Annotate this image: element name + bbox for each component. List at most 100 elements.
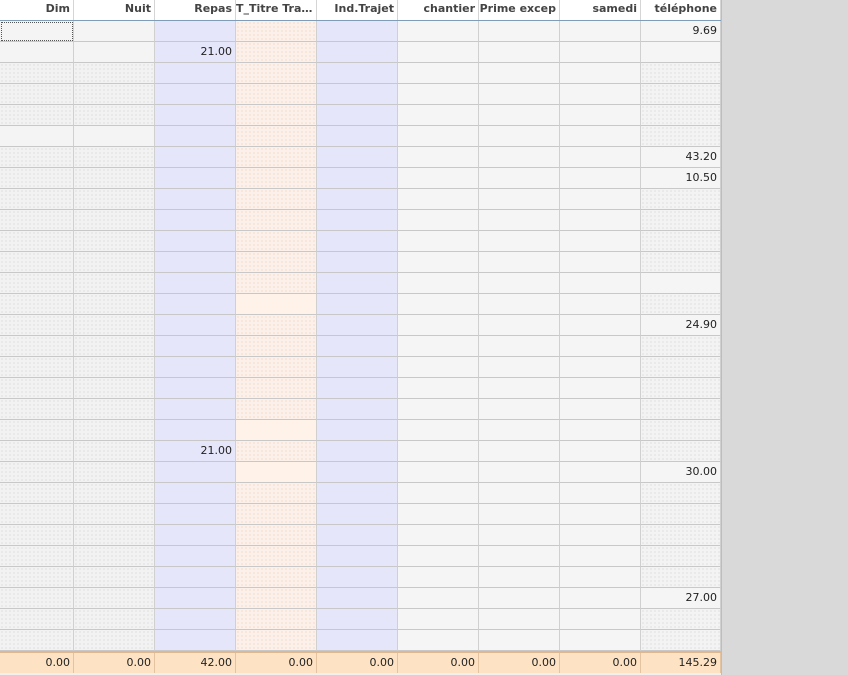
table-row[interactable] (0, 525, 721, 546)
cell-titre-transport[interactable] (236, 462, 317, 483)
cell-ind-trajet[interactable] (317, 567, 398, 588)
cell-telephone[interactable] (641, 189, 721, 210)
cell-prime-excep[interactable] (479, 252, 560, 273)
cell-titre-transport[interactable] (236, 525, 317, 546)
cell-nuit[interactable] (74, 525, 155, 546)
cell-dim[interactable] (0, 63, 74, 84)
cell-nuit[interactable] (74, 357, 155, 378)
cell-titre-transport[interactable] (236, 420, 317, 441)
cell-ind-trajet[interactable] (317, 315, 398, 336)
cell-chantier[interactable] (398, 231, 479, 252)
cell-samedi[interactable] (560, 630, 641, 651)
cell-prime-excep[interactable] (479, 525, 560, 546)
cell-repas[interactable] (155, 336, 236, 357)
cell-dim[interactable] (0, 21, 74, 42)
cell-telephone[interactable] (641, 399, 721, 420)
cell-repas[interactable] (155, 294, 236, 315)
cell-telephone[interactable] (641, 63, 721, 84)
cell-chantier[interactable] (398, 357, 479, 378)
cell-telephone[interactable] (641, 294, 721, 315)
cell-ind-trajet[interactable] (317, 609, 398, 630)
cell-nuit[interactable] (74, 294, 155, 315)
cell-telephone[interactable]: 30.00 (641, 462, 721, 483)
cell-prime-excep[interactable] (479, 315, 560, 336)
table-row[interactable] (0, 504, 721, 525)
cell-prime-excep[interactable] (479, 441, 560, 462)
cell-samedi[interactable] (560, 63, 641, 84)
cell-telephone[interactable] (641, 630, 721, 651)
cell-samedi[interactable] (560, 462, 641, 483)
cell-titre-transport[interactable] (236, 63, 317, 84)
cell-repas[interactable] (155, 357, 236, 378)
cell-chantier[interactable] (398, 609, 479, 630)
cell-titre-transport[interactable] (236, 105, 317, 126)
cell-nuit[interactable] (74, 84, 155, 105)
table-row[interactable] (0, 126, 721, 147)
cell-ind-trajet[interactable] (317, 189, 398, 210)
cell-dim[interactable] (0, 420, 74, 441)
cell-repas[interactable] (155, 462, 236, 483)
column-header-chantier[interactable]: chantier (398, 0, 479, 20)
cell-ind-trajet[interactable] (317, 147, 398, 168)
table-row[interactable] (0, 336, 721, 357)
cell-samedi[interactable] (560, 357, 641, 378)
cell-nuit[interactable] (74, 378, 155, 399)
table-row[interactable]: 9.69 (0, 21, 721, 42)
cell-samedi[interactable] (560, 21, 641, 42)
cell-chantier[interactable] (398, 147, 479, 168)
cell-dim[interactable] (0, 378, 74, 399)
cell-repas[interactable] (155, 126, 236, 147)
cell-titre-transport[interactable] (236, 609, 317, 630)
cell-ind-trajet[interactable] (317, 105, 398, 126)
cell-chantier[interactable] (398, 462, 479, 483)
cell-dim[interactable] (0, 42, 74, 63)
cell-ind-trajet[interactable] (317, 294, 398, 315)
cell-prime-excep[interactable] (479, 399, 560, 420)
cell-dim[interactable] (0, 336, 74, 357)
cell-samedi[interactable] (560, 84, 641, 105)
cell-repas[interactable] (155, 315, 236, 336)
column-header-titre-transport[interactable]: T_Titre Tra... (236, 0, 317, 20)
cell-nuit[interactable] (74, 588, 155, 609)
column-header-dim[interactable]: Dim (0, 0, 74, 20)
cell-samedi[interactable] (560, 441, 641, 462)
cell-chantier[interactable] (398, 441, 479, 462)
cell-titre-transport[interactable] (236, 483, 317, 504)
cell-dim[interactable] (0, 231, 74, 252)
cell-samedi[interactable] (560, 378, 641, 399)
cell-chantier[interactable] (398, 315, 479, 336)
cell-nuit[interactable] (74, 231, 155, 252)
cell-telephone[interactable]: 24.90 (641, 315, 721, 336)
cell-titre-transport[interactable] (236, 336, 317, 357)
cell-ind-trajet[interactable] (317, 168, 398, 189)
cell-nuit[interactable] (74, 126, 155, 147)
cell-samedi[interactable] (560, 399, 641, 420)
cell-repas[interactable] (155, 609, 236, 630)
cell-samedi[interactable] (560, 168, 641, 189)
column-header-samedi[interactable]: samedi (560, 0, 641, 20)
cell-nuit[interactable] (74, 273, 155, 294)
cell-ind-trajet[interactable] (317, 399, 398, 420)
table-row[interactable]: 43.20 (0, 147, 721, 168)
cell-telephone[interactable] (641, 378, 721, 399)
cell-titre-transport[interactable] (236, 630, 317, 651)
cell-dim[interactable] (0, 609, 74, 630)
cell-dim[interactable] (0, 105, 74, 126)
cell-dim[interactable] (0, 147, 74, 168)
table-row[interactable] (0, 105, 721, 126)
cell-prime-excep[interactable] (479, 42, 560, 63)
cell-ind-trajet[interactable] (317, 588, 398, 609)
cell-samedi[interactable] (560, 483, 641, 504)
cell-telephone[interactable] (641, 273, 721, 294)
table-row[interactable] (0, 420, 721, 441)
cell-dim[interactable] (0, 294, 74, 315)
cell-repas[interactable] (155, 84, 236, 105)
cell-prime-excep[interactable] (479, 126, 560, 147)
cell-chantier[interactable] (398, 210, 479, 231)
cell-dim[interactable] (0, 357, 74, 378)
cell-chantier[interactable] (398, 630, 479, 651)
cell-telephone[interactable] (641, 126, 721, 147)
table-row[interactable] (0, 630, 721, 651)
cell-nuit[interactable] (74, 147, 155, 168)
cell-repas[interactable] (155, 210, 236, 231)
